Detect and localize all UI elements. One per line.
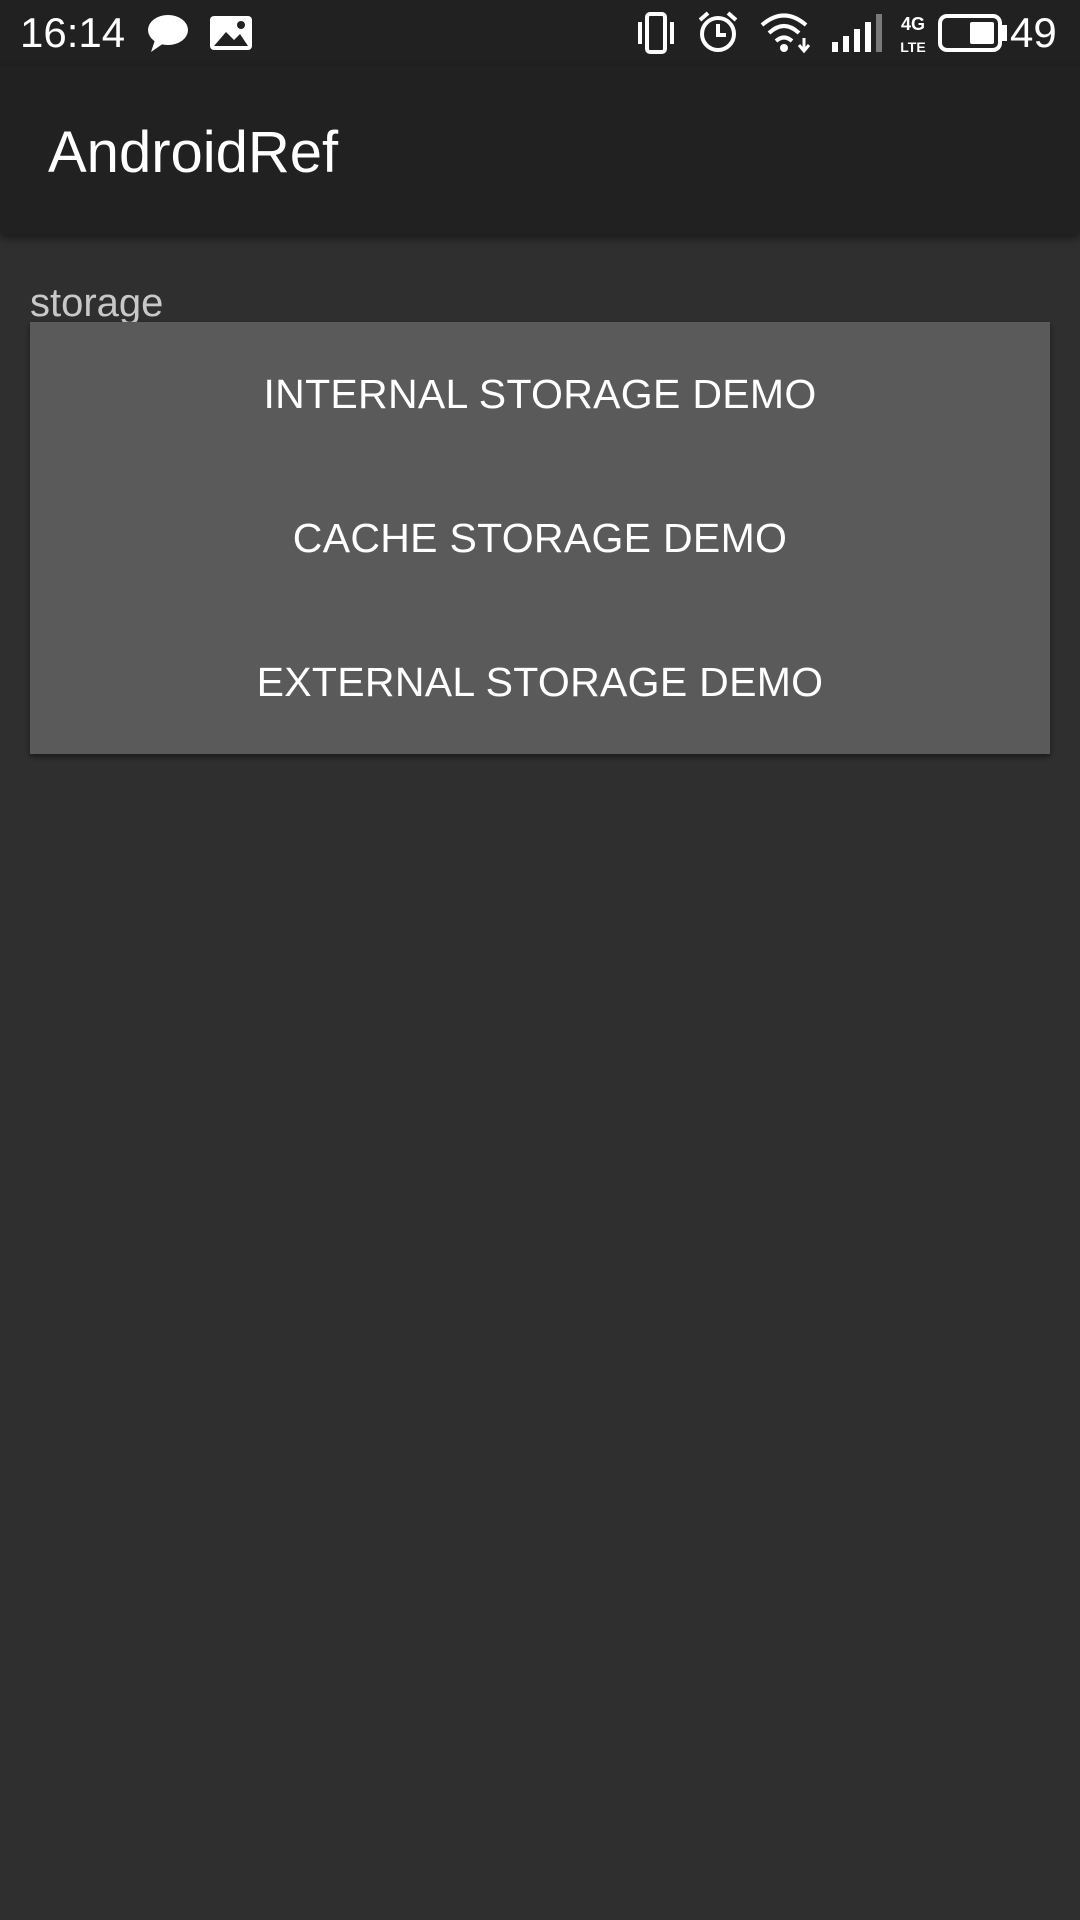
chat-bubble-icon [148,15,188,52]
network-4g-lte-icon: 4G LTE [900,14,925,55]
wifi-icon [760,13,811,54]
battery-icon [938,14,1007,52]
cell-signal-icon [832,14,882,52]
external-storage-demo-button[interactable]: EXTERNAL STORAGE DEMO [30,610,1050,754]
alarm-icon [698,11,738,52]
storage-button-group: INTERNAL STORAGE DEMO CACHE STORAGE DEMO… [30,322,1050,754]
vibrate-icon [638,12,674,54]
main-content: storage INTERNAL STORAGE DEMO CACHE STOR… [0,234,1080,1920]
cache-storage-demo-button[interactable]: CACHE STORAGE DEMO [30,466,1050,610]
internal-storage-demo-button[interactable]: INTERNAL STORAGE DEMO [30,322,1050,466]
app-title: AndroidRef [48,120,339,185]
network-4g-label: 4G [901,14,925,34]
app-bar: AndroidRef [0,66,1080,234]
status-bar: 16:14 4G LTE 49 [0,0,1080,66]
status-time: 16:14 [20,9,126,56]
battery-percent: 49 [1010,9,1057,56]
image-notification-icon [210,16,252,50]
network-lte-label: LTE [900,39,925,55]
